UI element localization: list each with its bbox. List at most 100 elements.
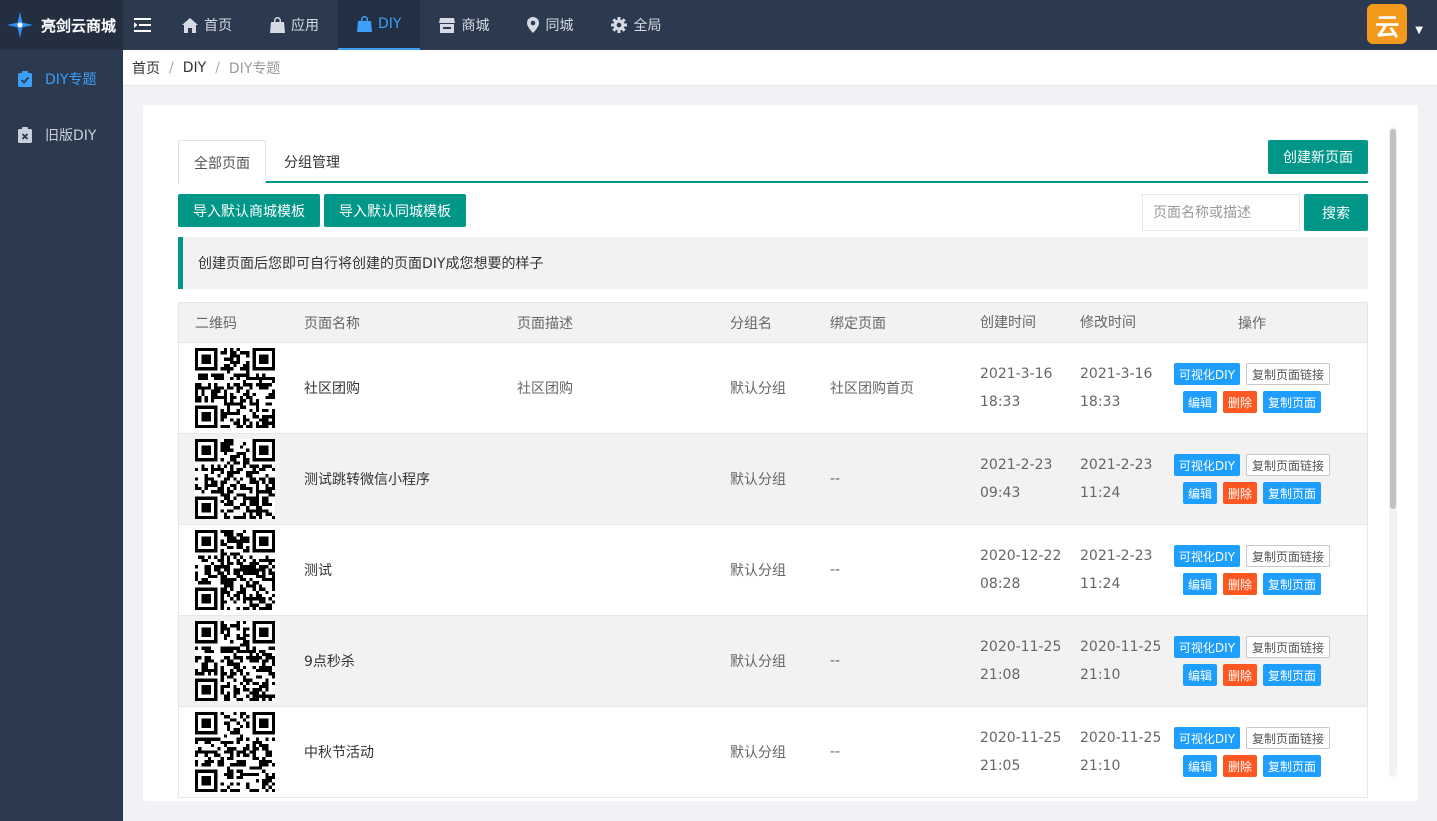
copy-page-button[interactable]: 复制页面 [1263,482,1322,504]
copy-link-button[interactable]: 复制页面链接 [1246,363,1331,385]
nav-label: 应用 [291,18,319,34]
sidebar-item-legacy-diy[interactable]: 旧版DIY [0,107,123,163]
qr-code-icon[interactable] [195,712,275,792]
page-name: 中秋节活动 [304,745,374,761]
nav-item-city[interactable]: 同城 [508,0,592,50]
modified-time: 2021-2-23 11:24 [1080,548,1153,592]
table-row: 中秋节活动 默认分组 -- 2020-11-25 21:05 2020-11-2… [179,707,1367,798]
nav-item-diy[interactable]: DIY [338,0,421,50]
edit-button[interactable]: 编辑 [1182,664,1217,686]
page-name: 9点秒杀 [304,654,355,670]
header-created: 创建时间 [980,314,1036,331]
avatar[interactable]: 云 [1367,4,1408,44]
copy-page-button[interactable]: 复制页面 [1263,573,1322,595]
edit-button[interactable]: 编辑 [1182,482,1217,504]
tab-all-pages[interactable]: 全部页面 [178,140,266,184]
created-time: 2021-3-16 18:33 [980,366,1053,410]
sidebar-item-label: 旧版DIY [45,128,97,144]
qr-code-icon[interactable] [195,348,275,428]
import-mall-template-button[interactable]: 导入默认商城模板 [178,194,320,227]
bound-page: -- [830,744,841,760]
scrollbar[interactable] [1389,127,1397,777]
nav-item-apps[interactable]: 应用 [251,0,338,50]
visual-diy-button[interactable]: 可视化DIY [1173,727,1241,749]
visual-diy-button[interactable]: 可视化DIY [1173,545,1241,567]
nav-label: 同城 [545,18,574,34]
ops-cell: 可视化DIY 复制页面链接 编辑 删除 复制页面 [1165,636,1339,686]
tab-group-manage[interactable]: 分组管理 [278,140,346,183]
copy-link-button[interactable]: 复制页面链接 [1246,454,1331,476]
group-name: 默认分组 [730,745,786,761]
nav-item-mall[interactable]: 商城 [420,0,508,50]
scrollbar-thumb[interactable] [1390,129,1396,509]
visual-diy-button[interactable]: 可视化DIY [1173,454,1241,476]
edit-button[interactable]: 编辑 [1182,573,1217,595]
menu-toggle-button[interactable] [123,0,163,50]
user-menu[interactable]: 云 ▼ [1367,4,1423,44]
delete-button[interactable]: 删除 [1222,482,1257,504]
table-body: 社区团购 社区团购 默认分组 社区团购首页 2021-3-16 18:33 20… [179,343,1367,798]
nav-item-home[interactable]: 首页 [163,0,251,50]
edit-button[interactable]: 编辑 [1182,755,1217,777]
delete-button[interactable]: 删除 [1222,391,1257,413]
delete-button[interactable]: 删除 [1222,664,1257,686]
qr-cell [179,621,289,701]
create-page-button[interactable]: 创建新页面 [1268,140,1368,174]
modified-time: 2020-11-25 21:10 [1080,730,1162,774]
header-name: 页面名称 [304,315,360,332]
bound-page: -- [830,562,841,578]
bag-icon [270,17,285,33]
breadcrumb-separator: / [215,59,220,76]
store-icon [439,17,456,33]
header-bind: 绑定页面 [830,315,886,332]
table-row: 测试跳转微信小程序 默认分组 -- 2021-2-23 09:43 2021-2… [179,434,1367,525]
copy-link-button[interactable]: 复制页面链接 [1246,636,1331,658]
menu-fold-icon [134,18,151,32]
visual-diy-button[interactable]: 可视化DIY [1173,636,1241,658]
tip-banner: 创建页面后您即可自行将创建的页面DIY成您想要的样子 [178,237,1368,289]
modified-time: 2020-11-25 21:10 [1080,639,1162,683]
nav-item-global[interactable]: 全局 [592,0,680,50]
copy-link-button[interactable]: 复制页面链接 [1246,545,1331,567]
visual-diy-button[interactable]: 可视化DIY [1173,363,1241,385]
star-logo-icon [6,11,34,39]
created-time: 2021-2-23 09:43 [980,457,1053,501]
gear-icon [611,17,628,33]
edit-button[interactable]: 编辑 [1182,391,1217,413]
delete-button[interactable]: 删除 [1222,755,1257,777]
caret-down-icon: ▼ [1415,24,1423,36]
page-name: 测试跳转微信小程序 [304,472,430,488]
sidebar-item-diy-topic[interactable]: DIY专题 [0,51,123,107]
copy-link-button[interactable]: 复制页面链接 [1246,727,1331,749]
logo[interactable]: 亮剑云商城 [0,0,123,50]
app-name: 亮剑云商城 [41,16,117,35]
import-city-template-button[interactable]: 导入默认同城模板 [324,194,466,227]
sidebar: DIY专题 旧版DIY [0,50,123,821]
created-time: 2020-11-25 21:05 [980,730,1062,774]
qr-code-icon[interactable] [195,621,275,701]
copy-page-button[interactable]: 复制页面 [1263,755,1322,777]
search-input[interactable] [1142,194,1300,231]
breadcrumb-section[interactable]: DIY [183,60,206,76]
bag-icon [357,16,372,32]
modified-time: 2021-2-23 11:24 [1080,457,1153,501]
ops-cell: 可视化DIY 复制页面链接 编辑 删除 复制页面 [1165,454,1339,504]
clipboard-x-icon [18,127,32,143]
nav-label: 首页 [204,18,232,34]
copy-page-button[interactable]: 复制页面 [1263,664,1322,686]
table-row: 测试 默认分组 -- 2020-12-22 08:28 2021-2-23 11… [179,525,1367,616]
qr-code-icon[interactable] [195,530,275,610]
content-card: 全部页面 分组管理 创建新页面 导入默认商城模板 导入默认同城模板 搜索 创建页… [143,105,1418,801]
qr-code-icon[interactable] [195,439,275,519]
breadcrumb: 首页 / DIY / DIY专题 [123,50,1437,86]
copy-page-button[interactable]: 复制页面 [1263,391,1322,413]
page-name: 测试 [304,563,332,579]
search-button[interactable]: 搜索 [1304,194,1368,231]
breadcrumb-separator: / [169,59,174,76]
pages-table: 二维码 页面名称 页面描述 分组名 绑定页面 创建时间 修改时间 操作 社区团购… [178,302,1368,798]
table-row: 9点秒杀 默认分组 -- 2020-11-25 21:08 2020-11-25… [179,616,1367,707]
delete-button[interactable]: 删除 [1222,573,1257,595]
ops-cell: 可视化DIY 复制页面链接 编辑 删除 复制页面 [1165,363,1339,413]
qr-cell [179,712,289,792]
breadcrumb-home[interactable]: 首页 [132,58,160,78]
